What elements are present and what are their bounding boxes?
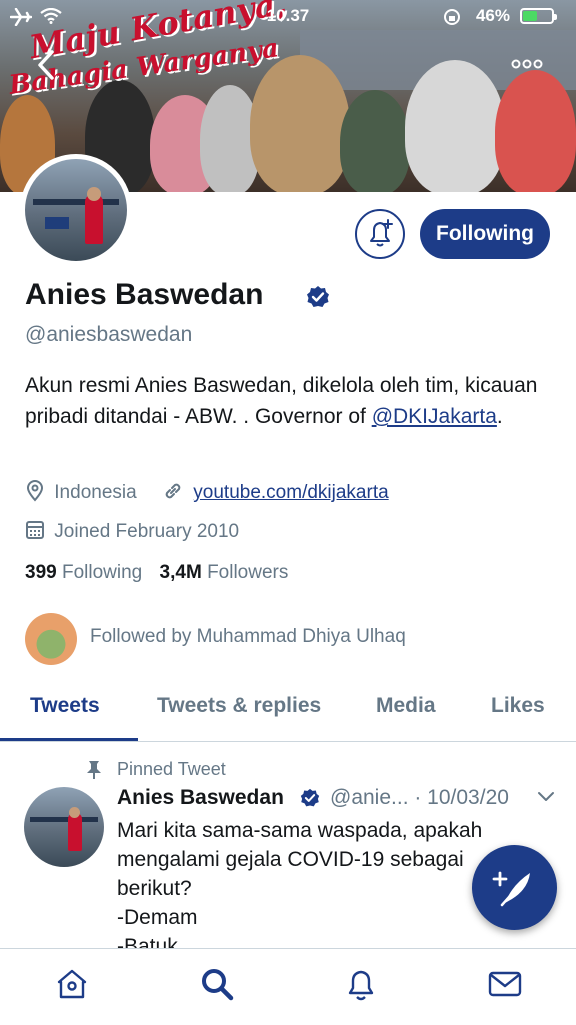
follow-counts: 399 Following 3,4M Followers (25, 562, 288, 584)
followers-label: Followers (207, 562, 289, 583)
website-row: youtube.com/dkijakarta (162, 480, 389, 504)
tab-tweets[interactable]: Tweets (30, 694, 100, 718)
joined-row: Joined February 2010 (25, 519, 239, 543)
battery-percent: 46% (475, 6, 510, 25)
banner-person (405, 60, 505, 192)
compose-feather-icon (492, 871, 530, 907)
following-label: Following (61, 562, 143, 583)
tab-media[interactable]: Media (376, 694, 436, 718)
followers-count: 3,4M (159, 562, 202, 583)
followers-count-link[interactable]: 3,4M Followers (160, 562, 289, 583)
profile-avatar[interactable] (20, 154, 132, 266)
calendar-icon (26, 521, 44, 539)
profile-handle: @aniesbaswedan (25, 323, 193, 346)
followed-by-text[interactable]: Followed by Muhammad Dhiya Ulhaq (90, 626, 406, 648)
bell-plus-icon (370, 219, 393, 247)
banner-person (340, 90, 410, 192)
tweet-avatar[interactable] (24, 787, 104, 867)
joined-text: Joined February 2010 (54, 521, 240, 542)
following-button[interactable]: Following (420, 209, 550, 259)
location-row: Indonesia (25, 480, 137, 504)
tab-likes[interactable]: Likes (491, 694, 545, 718)
more-options-button[interactable] (510, 52, 544, 76)
location-pin-icon (26, 480, 44, 502)
status-bar: 10.37 46% (0, 0, 576, 34)
location-text: Indonesia (54, 482, 137, 503)
profile-name: Anies Baswedan (25, 278, 264, 311)
more-horizontal-icon (511, 59, 543, 69)
orientation-lock-icon (444, 9, 460, 25)
banner-person (495, 70, 576, 192)
profile-bio: Akun resmi Anies Baswedan, dikelola oleh… (25, 370, 545, 432)
followed-by-avatar[interactable] (25, 613, 77, 665)
banner-person (250, 55, 350, 192)
chevron-left-icon (38, 50, 54, 80)
messages-icon[interactable] (487, 966, 523, 1002)
link-icon (165, 483, 181, 499)
compose-tweet-button[interactable] (472, 845, 557, 930)
pinned-tweet-label: Pinned Tweet (117, 759, 226, 779)
following-count-link[interactable]: 399 Following (25, 562, 142, 583)
back-button[interactable] (34, 48, 62, 82)
tweet-author-name[interactable]: Anies Baswedan (117, 786, 284, 810)
bio-end: . (496, 405, 503, 428)
chevron-down-icon[interactable] (536, 786, 556, 806)
verified-badge-icon (307, 286, 329, 307)
following-count: 399 (25, 562, 57, 583)
pin-icon (87, 761, 101, 779)
notify-button[interactable] (355, 209, 405, 259)
search-icon[interactable] (199, 966, 235, 1002)
home-icon[interactable] (54, 966, 90, 1002)
website-link[interactable]: youtube.com/dkijakarta (193, 482, 388, 503)
tweet-handle-date: @anie... · 10/03/20 (330, 786, 509, 809)
bio-mention-link[interactable]: @DKIJakarta (372, 405, 497, 428)
notifications-icon[interactable] (343, 966, 379, 1002)
battery-icon (520, 8, 557, 24)
verified-badge-icon (300, 788, 320, 807)
tabs-divider (0, 741, 576, 742)
tab-tweets-replies[interactable]: Tweets & replies (157, 694, 321, 718)
